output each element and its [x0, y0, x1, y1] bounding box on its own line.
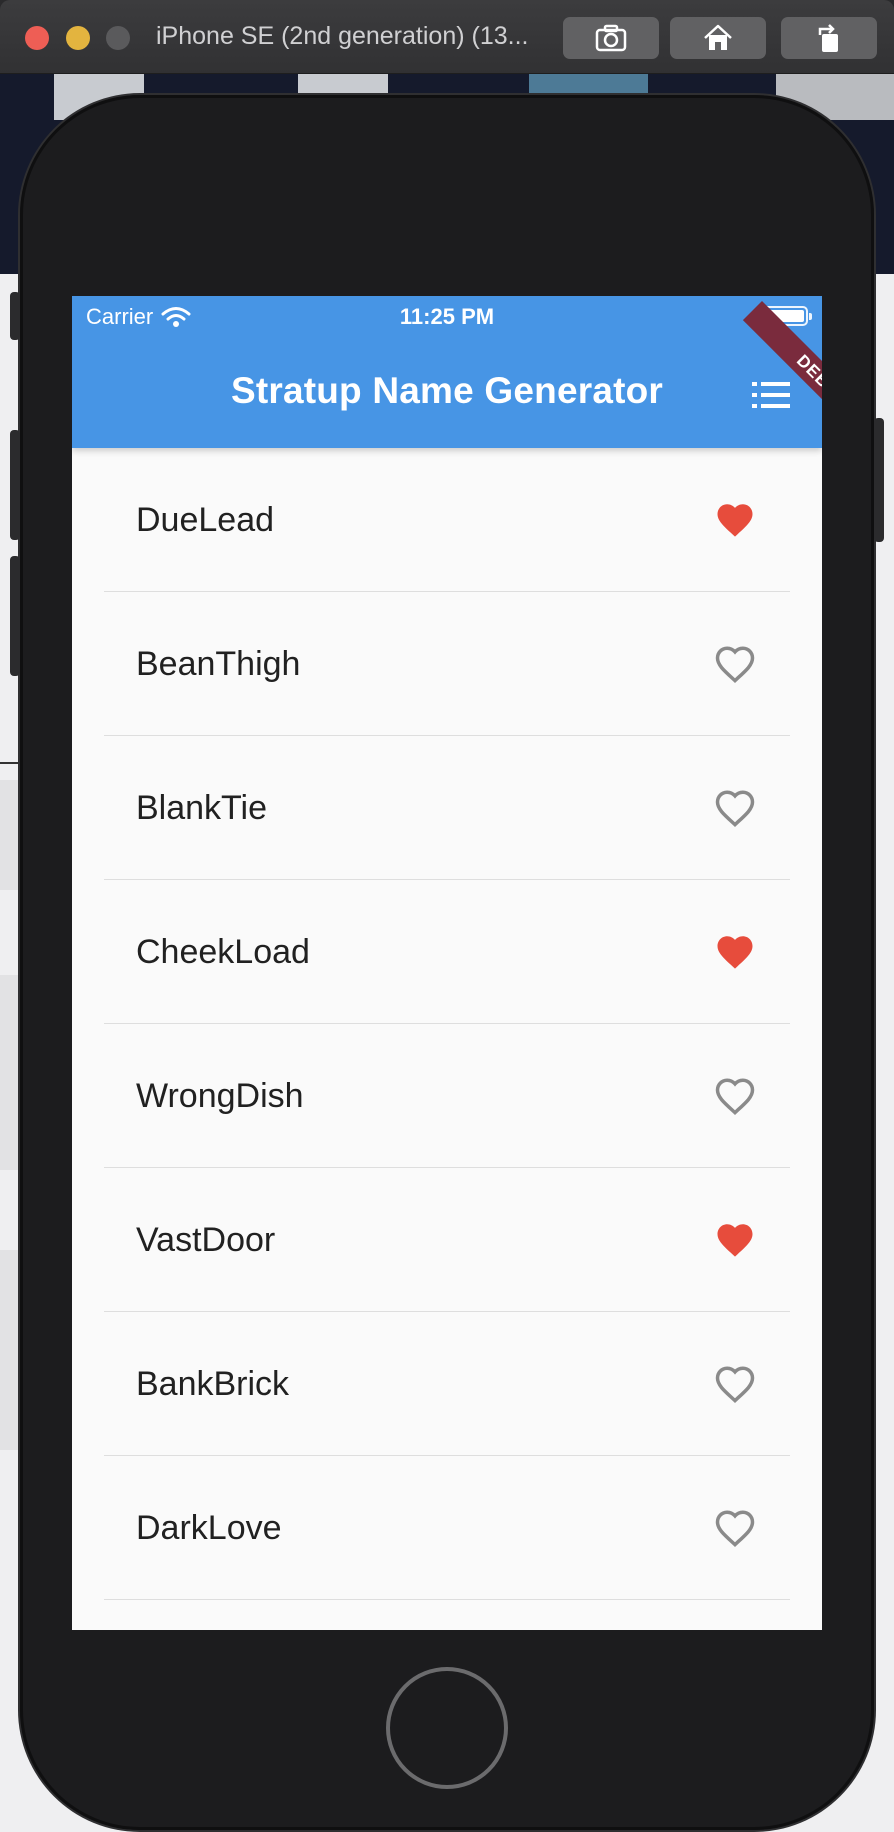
minimize-window-button[interactable]	[66, 26, 90, 50]
list-item-label: DueLead	[136, 501, 275, 539]
heart-filled-icon[interactable]	[714, 932, 756, 972]
list-icon[interactable]	[752, 380, 790, 410]
heart-outline-icon[interactable]	[714, 788, 756, 828]
list-item[interactable]: WrongDish	[104, 1024, 790, 1168]
home-button-toolbar[interactable]	[670, 17, 766, 59]
list-item-label: CheekLoad	[136, 933, 310, 971]
mute-switch	[10, 292, 20, 340]
list-item-label: BeanThigh	[136, 645, 301, 683]
list-item-label: BankBrick	[136, 1365, 290, 1403]
camera-icon	[595, 24, 627, 52]
list-item-label: WrongDish	[136, 1077, 304, 1115]
volume-up-button	[10, 430, 20, 540]
page-title: Stratup Name Generator	[230, 370, 664, 411]
list-item[interactable]: BlankTie	[104, 736, 790, 880]
device-home-button[interactable]	[386, 1667, 508, 1789]
app-bar: Carrier 11:25 PM Stratup Name Generator	[72, 296, 822, 448]
home-icon	[704, 24, 732, 50]
power-button	[874, 418, 884, 542]
volume-down-button	[10, 556, 20, 676]
screenshot-button[interactable]	[563, 17, 659, 59]
rotate-icon	[818, 24, 838, 52]
heart-filled-icon[interactable]	[714, 1220, 756, 1260]
list-item[interactable]: CheekLoad	[104, 880, 790, 1024]
heart-filled-icon[interactable]	[714, 500, 756, 540]
list-item[interactable]: DueLead	[104, 448, 790, 592]
list-item-label: VastDoor	[136, 1221, 276, 1259]
app-screen: Carrier 11:25 PM Stratup Name Generator …	[72, 296, 822, 1630]
heart-outline-icon[interactable]	[714, 644, 756, 684]
list-item-label: DarkLove	[136, 1509, 282, 1547]
heart-outline-icon[interactable]	[714, 1364, 756, 1404]
window-title: iPhone SE (2nd generation) (13...	[156, 22, 529, 50]
simulator-title-bar: iPhone SE (2nd generation) (13...	[0, 0, 894, 74]
background-divider	[0, 762, 20, 764]
status-time: 11:25 PM	[399, 304, 495, 329]
heart-outline-icon[interactable]	[714, 1508, 756, 1548]
list-item[interactable]: VastDoor	[104, 1168, 790, 1312]
list-item[interactable]: BankBrick	[104, 1312, 790, 1456]
close-window-button[interactable]	[25, 26, 49, 50]
startup-name-list: DueLead BeanThigh BlankTie CheekLoad WrongDi…	[72, 448, 822, 1600]
zoom-window-button[interactable]	[106, 26, 130, 50]
list-item-label: BlankTie	[136, 789, 268, 827]
list-item[interactable]: DarkLove	[104, 1456, 790, 1600]
rotate-button[interactable]	[781, 17, 877, 59]
heart-outline-icon[interactable]	[714, 1076, 756, 1116]
list-item[interactable]: BeanThigh	[104, 592, 790, 736]
